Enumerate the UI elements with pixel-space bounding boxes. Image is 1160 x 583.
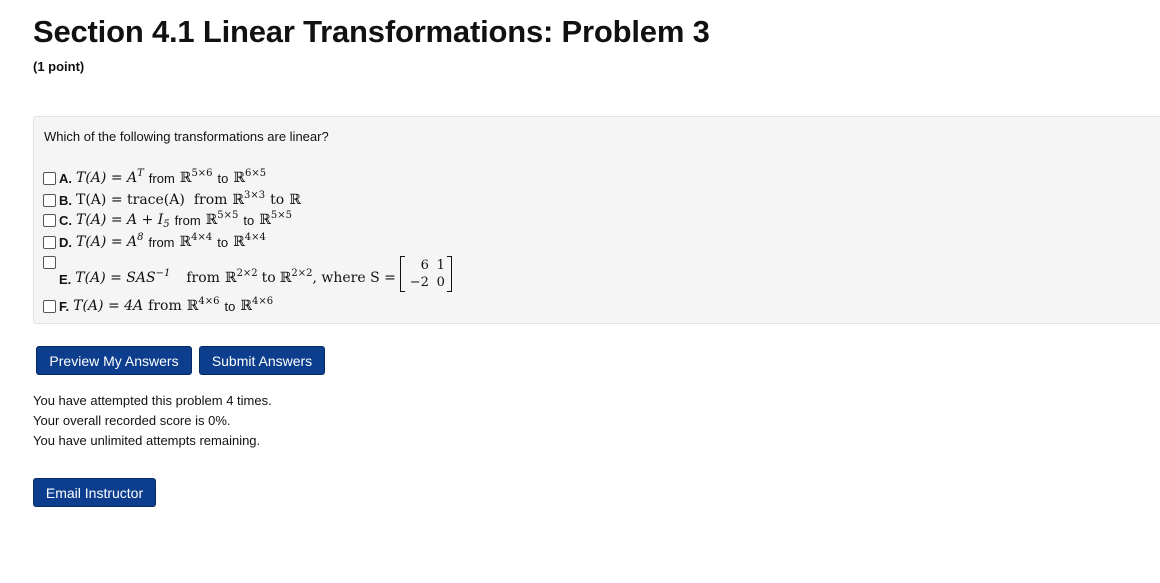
option-d-to: to (217, 234, 229, 250)
option-c-checkbox[interactable] (43, 213, 56, 227)
problem-panel: Which of the following transformations a… (33, 116, 1160, 324)
score-text: Your overall recorded score is 0%. (33, 413, 231, 428)
option-c-expression: T(A) = A + I5 (76, 212, 170, 230)
matrix-cell: 1 (436, 258, 445, 273)
option-d-checkbox[interactable] (43, 235, 56, 249)
option-f-to: to (224, 298, 236, 314)
option-c-domain: ℝ5×5 (205, 210, 239, 229)
option-e-checkbox[interactable] (43, 256, 56, 269)
option-a-domain: ℝ5×6 (179, 168, 213, 187)
option-b-from: from (193, 192, 228, 208)
option-b-codomain: ℝ (289, 192, 301, 208)
option-d: D. T(A) = A8 from ℝ4×4 to ℝ4×4 (43, 232, 266, 251)
preview-answers-button[interactable]: Preview My Answers (36, 346, 192, 375)
option-c-to: to (243, 212, 255, 228)
page-title: Section 4.1 Linear Transformations: Prob… (33, 14, 710, 49)
option-f-checkbox[interactable] (43, 299, 56, 313)
submit-answers-button[interactable]: Submit Answers (199, 346, 325, 375)
option-b-checkbox[interactable] (43, 193, 56, 207)
option-b: B. T(A) = trace(A) from ℝ3×3 to ℝ (43, 190, 301, 209)
option-f-codomain: ℝ4×6 (240, 296, 274, 315)
option-e-codomain: ℝ2×2 (279, 268, 313, 287)
matrix-cell: 6 (420, 258, 429, 273)
option-a-checkbox[interactable] (43, 171, 56, 185)
option-e-domain: ℝ2×2 (224, 268, 258, 287)
option-f-from: from (148, 298, 182, 314)
option-c-codomain: ℝ5×5 (259, 210, 292, 229)
question-text: Which of the following transformations a… (44, 129, 329, 144)
option-c-label: C. (59, 212, 72, 228)
option-b-label: B. (59, 192, 72, 208)
option-a-to: to (217, 170, 229, 186)
option-d-from: from (148, 234, 175, 250)
option-e-matrix: 6 1 −2 0 (399, 256, 452, 292)
option-f-label: F. (59, 298, 70, 314)
option-e-to: to (261, 270, 276, 286)
option-f-expression: T(A) = 4A (73, 298, 144, 314)
option-e-from: from (186, 270, 220, 286)
matrix-cell: −2 (409, 275, 429, 290)
points-label: (1 point) (33, 59, 85, 74)
option-a-codomain: ℝ6×5 (233, 168, 267, 187)
email-instructor-button[interactable]: Email Instructor (33, 478, 156, 507)
option-d-label: D. (59, 234, 72, 250)
option-b-domain: ℝ3×3 (232, 190, 266, 209)
option-f-domain: ℝ4×6 (186, 296, 220, 315)
matrix-right-bracket (446, 256, 452, 292)
option-b-to: to (270, 192, 285, 208)
option-d-codomain: ℝ4×4 (233, 232, 266, 251)
option-b-expression: T(A) = trace(A) (76, 192, 185, 208)
matrix-cell: 0 (436, 275, 445, 290)
option-c-from: from (174, 212, 201, 228)
remaining-text: You have unlimited attempts remaining. (33, 433, 261, 448)
option-a-from: from (148, 170, 175, 186)
option-d-expression: T(A) = A8 (76, 232, 144, 251)
option-d-domain: ℝ4×4 (179, 232, 213, 251)
option-f: F. T(A) = 4A from ℝ4×6 to ℝ4×6 (43, 296, 274, 315)
attempts-text: You have attempted this problem 4 times. (33, 393, 272, 408)
option-a-expression: T(A) = AT (76, 168, 144, 187)
option-c: C. T(A) = A + I5 from ℝ5×5 to ℝ5×5 (43, 210, 292, 230)
option-a: A. T(A) = AT from ℝ5×6 to ℝ6×5 (43, 168, 267, 187)
option-e-expression: T(A) = SAS−1 (75, 268, 171, 287)
option-a-label: A. (59, 170, 72, 186)
option-e: E. T(A) = SAS−1 from ℝ2×2 to ℝ2×2 , wher… (43, 252, 452, 294)
option-e-label: E. (59, 271, 72, 287)
option-e-where: , where S = (312, 270, 396, 286)
